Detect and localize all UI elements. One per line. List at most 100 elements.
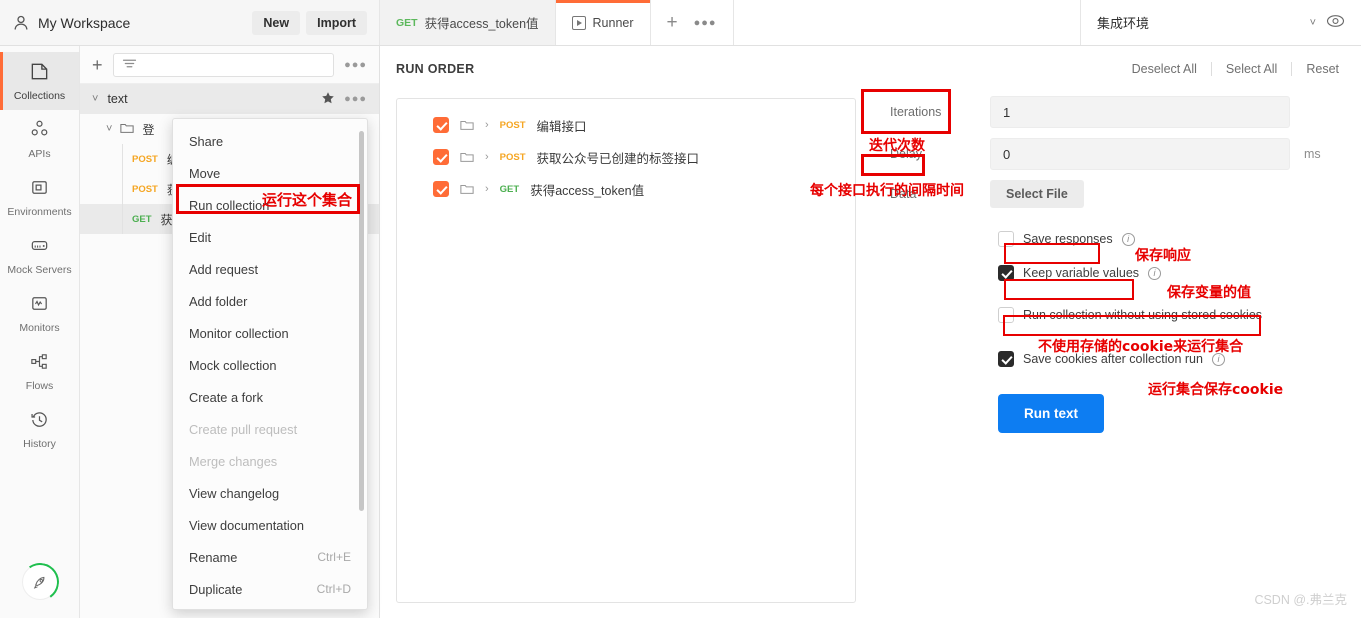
tab-get-access-token[interactable]: GET 获得access_token值 bbox=[380, 0, 556, 45]
runner-config: Iterations 1 Delay 0 ms Data Select File… bbox=[870, 96, 1361, 433]
menu-item-edit[interactable]: Edit bbox=[173, 221, 367, 253]
collections-icon bbox=[29, 61, 50, 85]
select-all-button[interactable]: Select All bbox=[1212, 62, 1293, 76]
menu-scrollbar[interactable] bbox=[359, 131, 364, 511]
request-method: GET bbox=[132, 213, 152, 225]
new-button[interactable]: New bbox=[252, 10, 301, 35]
top-bar: My Workspace New Import GET 获得access_tok… bbox=[0, 0, 1361, 46]
delay-row: Delay 0 ms bbox=[870, 138, 1361, 170]
run-order-row[interactable]: › POST 获取公众号已创建的标签接口 bbox=[397, 141, 855, 173]
row-name: 获取公众号已创建的标签接口 bbox=[536, 151, 700, 166]
environment-selector[interactable]: 集成环境 ˅ bbox=[1081, 0, 1361, 45]
chevron-down-icon[interactable]: ˅ bbox=[1310, 17, 1316, 29]
flows-icon bbox=[29, 351, 50, 375]
tab-bar: GET 获得access_token值 Runner + ●●● bbox=[380, 0, 1081, 45]
sidebar-item-monitors[interactable]: Monitors bbox=[0, 284, 79, 342]
collection-row-text[interactable]: ˅ text ●●● bbox=[80, 84, 379, 114]
menu-item-duplicate[interactable]: Duplicate Ctrl+D bbox=[173, 573, 367, 605]
menu-label: Duplicate bbox=[189, 581, 243, 597]
menu-label: Mock collection bbox=[189, 357, 277, 373]
menu-item-create-pull-request: Create pull request bbox=[173, 413, 367, 445]
menu-item-add-request[interactable]: Add request bbox=[173, 253, 367, 285]
sidebar-item-environments[interactable]: Environments bbox=[0, 168, 79, 226]
menu-shortcut: Ctrl+E bbox=[317, 550, 351, 564]
request-method: POST bbox=[132, 153, 158, 165]
row-checkbox[interactable] bbox=[433, 181, 449, 197]
sidebar-item-history[interactable]: History bbox=[0, 400, 79, 458]
folder-icon bbox=[460, 151, 474, 163]
info-icon[interactable]: i bbox=[1121, 232, 1135, 246]
menu-item-monitor-collection[interactable]: Monitor collection bbox=[173, 317, 367, 349]
run-collection-button[interactable]: Run text bbox=[998, 394, 1104, 433]
menu-item-merge-changes: Merge changes bbox=[173, 445, 367, 477]
left-rail: Collections APIs Environments Mock Serve… bbox=[0, 46, 80, 618]
chevron-down-icon[interactable]: ˅ bbox=[92, 93, 98, 105]
sidebar-item-collections[interactable]: Collections bbox=[0, 52, 79, 110]
delay-unit-label: ms bbox=[1304, 147, 1321, 161]
tab-options-icon[interactable]: ●●● bbox=[694, 17, 717, 29]
keep-variable-values-checkbox[interactable] bbox=[998, 265, 1014, 281]
menu-item-share[interactable]: Share bbox=[173, 125, 367, 157]
menu-item-mock-collection[interactable]: Mock collection bbox=[173, 349, 367, 381]
option-run-without-stored-cookies[interactable]: Run collection without using stored cook… bbox=[998, 298, 1361, 332]
collection-name: text bbox=[107, 92, 128, 106]
option-label: Save responses bbox=[1023, 232, 1113, 246]
chevron-right-icon[interactable]: › bbox=[485, 151, 489, 163]
annotation-keep-variable-values: 保存变量的值 bbox=[1167, 285, 1251, 301]
row-checkbox[interactable] bbox=[433, 117, 449, 133]
annotation-iterations: 迭代次数 bbox=[869, 138, 925, 154]
sidebar-options-icon[interactable]: ●●● bbox=[344, 59, 367, 71]
import-button[interactable]: Import bbox=[306, 10, 367, 35]
eye-icon[interactable] bbox=[1326, 14, 1345, 31]
menu-item-create-a-fork[interactable]: Create a fork bbox=[173, 381, 367, 413]
menu-item-view-changelog[interactable]: View changelog bbox=[173, 477, 367, 509]
new-collection-icon[interactable]: + bbox=[92, 56, 103, 74]
rail-label: History bbox=[23, 437, 56, 450]
run-order-row[interactable]: › POST 编辑接口 bbox=[397, 109, 855, 141]
rail-label: Flows bbox=[25, 379, 54, 392]
rail-label: Collections bbox=[13, 89, 66, 102]
chevron-right-icon[interactable]: › bbox=[485, 119, 489, 131]
request-name: 获 bbox=[160, 212, 173, 227]
menu-item-move[interactable]: Move bbox=[173, 157, 367, 189]
apis-icon bbox=[29, 119, 50, 143]
progress-ring bbox=[17, 559, 63, 605]
save-responses-checkbox[interactable] bbox=[998, 231, 1014, 247]
save-cookies-checkbox[interactable] bbox=[998, 351, 1014, 367]
delay-input[interactable]: 0 bbox=[990, 138, 1290, 170]
sidebar-item-flows[interactable]: Flows bbox=[0, 342, 79, 400]
menu-label: Merge changes bbox=[189, 453, 278, 469]
row-checkbox[interactable] bbox=[433, 149, 449, 165]
menu-label: Monitor collection bbox=[189, 325, 289, 341]
menu-label: Share bbox=[189, 133, 224, 149]
no-stored-cookies-checkbox[interactable] bbox=[998, 307, 1014, 323]
iterations-input[interactable]: 1 bbox=[990, 96, 1290, 128]
add-tab-icon[interactable]: + bbox=[667, 13, 678, 32]
tab-label: Runner bbox=[592, 15, 634, 30]
row-method: GET bbox=[499, 183, 520, 195]
menu-item-rename[interactable]: Rename Ctrl+E bbox=[173, 541, 367, 573]
reset-button[interactable]: Reset bbox=[1292, 62, 1339, 76]
chevron-right-icon[interactable]: › bbox=[485, 183, 489, 195]
environment-name: 集成环境 bbox=[1097, 16, 1150, 31]
sidebar-item-apis[interactable]: APIs bbox=[0, 110, 79, 168]
run-order-row[interactable]: › GET 获得access_token值 bbox=[397, 173, 855, 205]
menu-item-add-folder[interactable]: Add folder bbox=[173, 285, 367, 317]
folder-icon bbox=[460, 119, 474, 131]
rail-label: Mock Servers bbox=[7, 263, 72, 276]
chevron-down-icon[interactable]: ˅ bbox=[106, 123, 112, 135]
select-file-button[interactable]: Select File bbox=[990, 180, 1084, 208]
deselect-all-button[interactable]: Deselect All bbox=[1118, 62, 1212, 76]
collection-options-icon[interactable]: ●●● bbox=[344, 93, 367, 105]
star-icon[interactable] bbox=[321, 91, 335, 108]
history-icon bbox=[29, 409, 50, 433]
sidebar-item-mock-servers[interactable]: Mock Servers bbox=[0, 226, 79, 284]
workspace-zone: My Workspace New Import bbox=[0, 0, 380, 45]
status-rocket-badge[interactable] bbox=[17, 559, 63, 605]
option-label: Keep variable values bbox=[1023, 266, 1140, 280]
tab-runner[interactable]: Runner bbox=[555, 0, 651, 45]
request-method: POST bbox=[132, 183, 158, 195]
menu-item-view-documentation[interactable]: View documentation bbox=[173, 509, 367, 541]
info-icon[interactable]: i bbox=[1148, 266, 1162, 280]
sidebar-filter-input[interactable] bbox=[112, 52, 335, 77]
